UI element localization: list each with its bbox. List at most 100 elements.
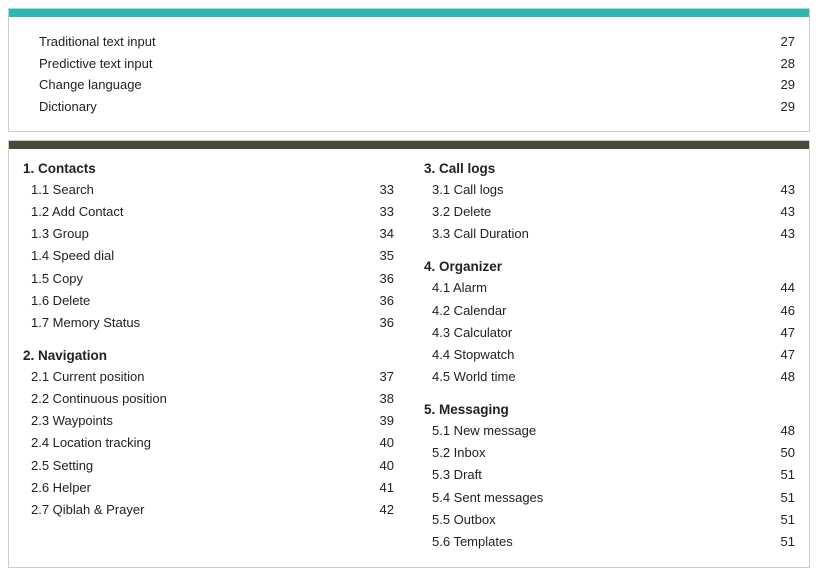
menu-entry: 2.2 Continuous position38 xyxy=(23,388,394,410)
menu-page: 34 xyxy=(364,224,394,244)
menu-page: 36 xyxy=(364,269,394,289)
menu-page: 33 xyxy=(364,202,394,222)
menu-label: 5.1 New message xyxy=(432,421,765,441)
menu-label: 3.3 Call Duration xyxy=(432,224,765,244)
menu-page: 51 xyxy=(765,510,795,530)
menu-entry: 5.5 Outbox51 xyxy=(424,509,795,531)
menu-entry: 5.2 Inbox50 xyxy=(424,442,795,464)
menu-label: 4.4 Stopwatch xyxy=(432,345,765,365)
menu-label: 4.3 Calculator xyxy=(432,323,765,343)
menu-page: 43 xyxy=(765,202,795,222)
toc-label: Change language xyxy=(39,75,765,95)
menu-label: 2.5 Setting xyxy=(31,456,364,476)
toc-label: Traditional text input xyxy=(39,32,765,52)
menu-entry: 3.2 Delete43 xyxy=(424,201,795,223)
menu-entry: 4.1 Alarm44 xyxy=(424,277,795,299)
menu-label: 2.2 Continuous position xyxy=(31,389,364,409)
menu-entry: 4.4 Stopwatch47 xyxy=(424,344,795,366)
section-getting-started: Traditional text input27Predictive text … xyxy=(8,8,810,132)
menu-entry: 2.4 Location tracking40 xyxy=(23,432,394,454)
menu-group-title-right-0: 3. Call logs xyxy=(424,161,795,176)
menu-label: 4.5 World time xyxy=(432,367,765,387)
toc-label: Dictionary xyxy=(39,97,765,117)
menu-label: 1.7 Memory Status xyxy=(31,313,364,333)
menu-label: 2.1 Current position xyxy=(31,367,364,387)
menu-label: 1.4 Speed dial xyxy=(31,246,364,266)
menu-entry: 5.1 New message48 xyxy=(424,420,795,442)
toc-entry: Traditional text input27 xyxy=(23,31,795,53)
menu-group-title-left-1: 2. Navigation xyxy=(23,348,394,363)
menu-label: 2.3 Waypoints xyxy=(31,411,364,431)
section-using-menu: 1. Contacts1.1 Search331.2 Add Contact33… xyxy=(8,140,810,568)
menu-label: 1.3 Group xyxy=(31,224,364,244)
menu-entry: 5.3 Draft51 xyxy=(424,464,795,486)
menu-label: 3.1 Call logs xyxy=(432,180,765,200)
menu-entry: 4.2 Calendar46 xyxy=(424,300,795,322)
menu-page: 38 xyxy=(364,389,394,409)
menu-entry: 1.5 Copy36 xyxy=(23,268,394,290)
toc-label: Predictive text input xyxy=(39,54,765,74)
menu-entry: 1.4 Speed dial35 xyxy=(23,245,394,267)
menu-entry: 2.6 Helper41 xyxy=(23,477,394,499)
menu-page: 40 xyxy=(364,456,394,476)
section2-header xyxy=(9,141,809,149)
menu-label: 5.2 Inbox xyxy=(432,443,765,463)
menu-page: 43 xyxy=(765,180,795,200)
menu-label: 2.4 Location tracking xyxy=(31,433,364,453)
toc-entry: Dictionary29 xyxy=(23,96,795,118)
menu-entry: 4.5 World time48 xyxy=(424,366,795,388)
menu-page: 47 xyxy=(765,345,795,365)
section2-body: 1. Contacts1.1 Search331.2 Add Contact33… xyxy=(9,149,809,567)
section1-entries: Traditional text input27Predictive text … xyxy=(23,31,795,117)
menu-group-title-right-1: 4. Organizer xyxy=(424,259,795,274)
menu-label: 5.4 Sent messages xyxy=(432,488,765,508)
toc-page: 29 xyxy=(765,97,795,117)
menu-page: 40 xyxy=(364,433,394,453)
menu-page: 48 xyxy=(765,367,795,387)
menu-page: 44 xyxy=(765,278,795,298)
menu-col-right: 3. Call logs3.1 Call logs433.2 Delete433… xyxy=(414,161,795,553)
menu-label: 4.2 Calendar xyxy=(432,301,765,321)
menu-label: 1.5 Copy xyxy=(31,269,364,289)
menu-page: 42 xyxy=(364,500,394,520)
toc-page: 29 xyxy=(765,75,795,95)
menu-label: 2.7 Qiblah & Prayer xyxy=(31,500,364,520)
menu-col-left: 1. Contacts1.1 Search331.2 Add Contact33… xyxy=(23,161,414,553)
menu-entry: 4.3 Calculator47 xyxy=(424,322,795,344)
menu-page: 36 xyxy=(364,291,394,311)
menu-page: 39 xyxy=(364,411,394,431)
menu-page: 33 xyxy=(364,180,394,200)
section1-header xyxy=(9,9,809,17)
menu-group-title-left-0: 1. Contacts xyxy=(23,161,394,176)
menu-page: 51 xyxy=(765,465,795,485)
menu-entry: 5.4 Sent messages51 xyxy=(424,487,795,509)
menu-label: 1.1 Search xyxy=(31,180,364,200)
menu-entry: 2.1 Current position37 xyxy=(23,366,394,388)
menu-entry: 1.6 Delete36 xyxy=(23,290,394,312)
menu-page: 51 xyxy=(765,488,795,508)
menu-label: 5.5 Outbox xyxy=(432,510,765,530)
toc-page: 27 xyxy=(765,32,795,52)
menu-page: 43 xyxy=(765,224,795,244)
menu-entry: 3.3 Call Duration43 xyxy=(424,223,795,245)
toc-entry: Predictive text input28 xyxy=(23,53,795,75)
toc-entry: Change language29 xyxy=(23,74,795,96)
menu-label: 4.1 Alarm xyxy=(432,278,765,298)
section1-body: Traditional text input27Predictive text … xyxy=(9,17,809,131)
menu-label: 5.3 Draft xyxy=(432,465,765,485)
menu-label: 1.6 Delete xyxy=(31,291,364,311)
menu-label: 5.6 Templates xyxy=(432,532,765,552)
menu-entry: 2.5 Setting40 xyxy=(23,455,394,477)
menu-entry: 2.3 Waypoints39 xyxy=(23,410,394,432)
menu-group-title-right-2: 5. Messaging xyxy=(424,402,795,417)
menu-entry: 1.1 Search33 xyxy=(23,179,394,201)
menu-page: 46 xyxy=(765,301,795,321)
menu-entry: 1.7 Memory Status36 xyxy=(23,312,394,334)
menu-page: 37 xyxy=(364,367,394,387)
menu-page: 50 xyxy=(765,443,795,463)
menu-entry: 2.7 Qiblah & Prayer42 xyxy=(23,499,394,521)
menu-page: 35 xyxy=(364,246,394,266)
menu-entry: 3.1 Call logs43 xyxy=(424,179,795,201)
menu-page: 48 xyxy=(765,421,795,441)
menu-label: 3.2 Delete xyxy=(432,202,765,222)
